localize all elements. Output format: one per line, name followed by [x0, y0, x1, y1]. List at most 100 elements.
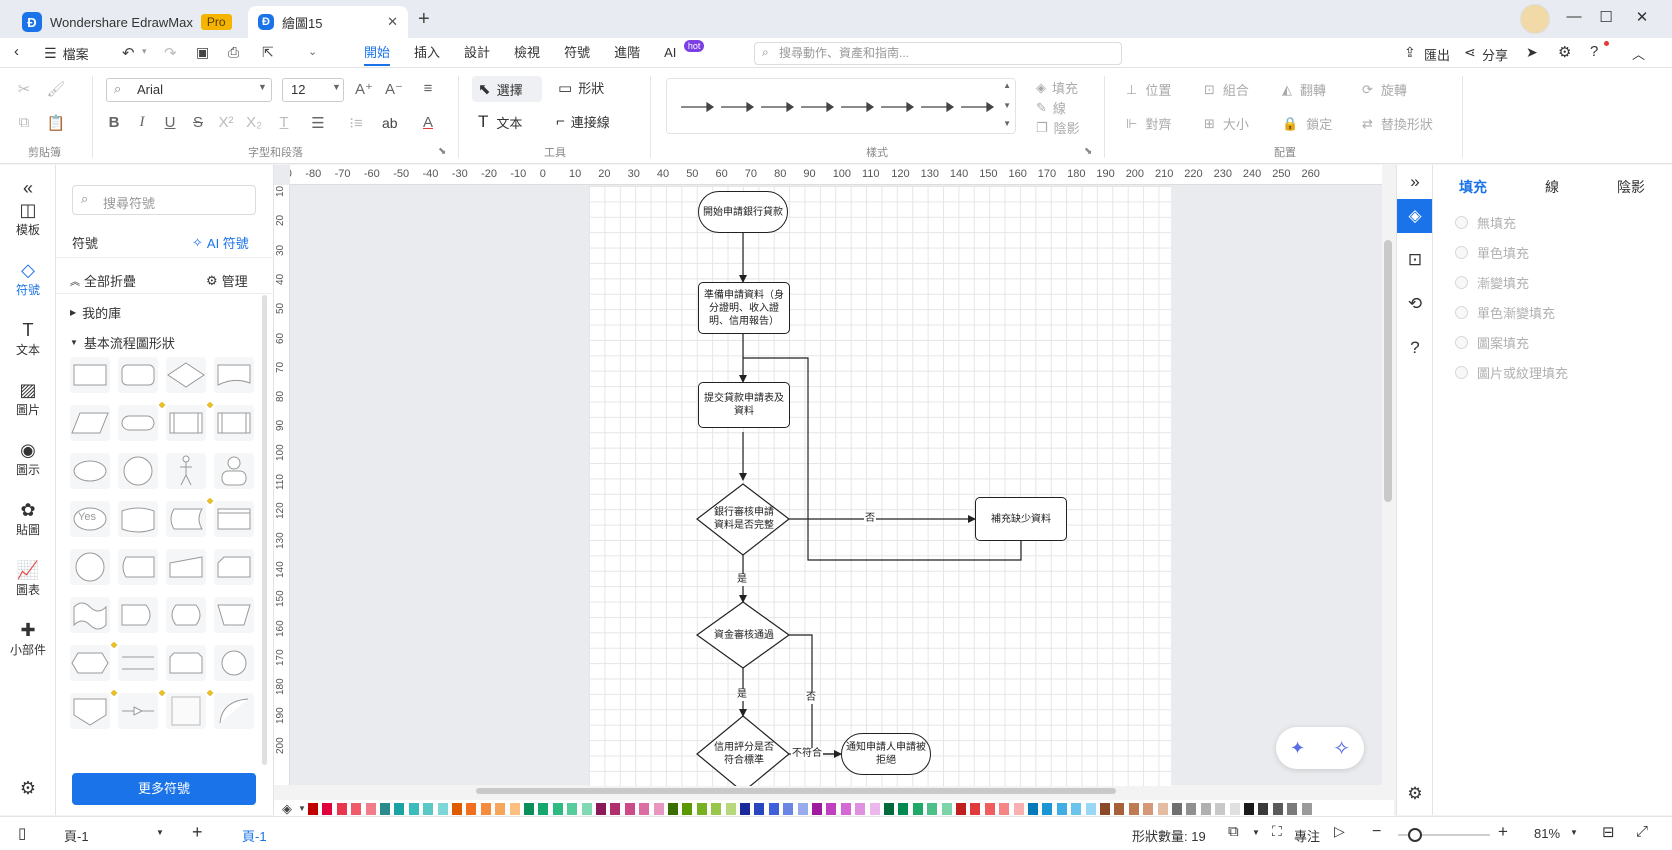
fullscreen-icon[interactable]: ⤢: [1636, 823, 1648, 840]
color-swatch[interactable]: [898, 803, 909, 815]
nav-item-icon[interactable]: ◉ 圖示: [0, 439, 56, 478]
settings-gear-icon[interactable]: ⚙: [1558, 43, 1571, 61]
nav-item-widget[interactable]: ✚ 小部件: [0, 619, 56, 658]
fill-option[interactable]: 圖片或紋理填充: [1455, 363, 1568, 382]
paste-icon[interactable]: 📋: [44, 114, 68, 132]
bold-icon[interactable]: B: [102, 114, 126, 131]
tab-fill[interactable]: 填充: [1459, 177, 1487, 197]
basic-flowchart-section[interactable]: ▼ 基本流程圖形狀: [70, 333, 175, 352]
cut-icon[interactable]: ✂: [12, 80, 36, 98]
more-tools-icon[interactable]: ⌄: [308, 45, 317, 58]
color-swatch[interactable]: [552, 803, 563, 815]
nav-item-text[interactable]: T 文本: [0, 319, 56, 358]
vertical-scrollbar[interactable]: [1384, 240, 1392, 502]
gallery-expand-icon[interactable]: ▼: [1003, 119, 1011, 128]
color-swatch[interactable]: [567, 803, 578, 815]
color-swatch[interactable]: [1100, 803, 1110, 815]
nav-item-sticker[interactable]: ✿ 貼圖: [0, 499, 56, 538]
color-swatch[interactable]: [1085, 803, 1096, 815]
color-swatch[interactable]: [682, 803, 693, 815]
maximize-button[interactable]: ☐: [1594, 8, 1618, 30]
expand-panel-icon[interactable]: »: [1397, 165, 1433, 199]
radio-button[interactable]: [1455, 336, 1468, 349]
add-tab-button[interactable]: +: [418, 8, 430, 31]
color-swatch[interactable]: [639, 803, 650, 815]
flow-node-supplement[interactable]: 補充缺少資料: [975, 497, 1067, 541]
size-button[interactable]: ⊞ 大小: [1204, 114, 1249, 133]
nav-item-template[interactable]: ◫ 模板: [0, 199, 56, 238]
color-swatch[interactable]: [797, 803, 808, 815]
magic-wand-icon[interactable]: ✦: [1290, 738, 1305, 759]
flip-button[interactable]: ◭ 翻轉: [1282, 80, 1326, 99]
radio-button[interactable]: [1455, 276, 1468, 289]
gear-icon[interactable]: ⚙: [1397, 777, 1433, 811]
style-dialog-launcher-icon[interactable]: ⬊: [1084, 146, 1092, 157]
color-swatch[interactable]: [509, 803, 520, 815]
color-swatch[interactable]: [653, 803, 664, 815]
replace-shape-button[interactable]: ⇄ 替換形狀: [1362, 114, 1433, 133]
fill-style-icon[interactable]: ◈: [1397, 199, 1433, 233]
color-swatch[interactable]: [1071, 803, 1082, 815]
ai-sparkle-icon[interactable]: ✧: [1333, 736, 1350, 761]
flow-node-prepare[interactable]: 準備申請資料（身分證明、收入證明、信用報告）: [698, 282, 790, 334]
minimize-button[interactable]: —: [1562, 8, 1586, 30]
group-button[interactable]: ⊡ 組合: [1204, 80, 1249, 99]
subscript-icon[interactable]: X₂: [242, 114, 266, 131]
style-gallery[interactable]: ▲ ▼ ▼: [666, 78, 1016, 134]
color-swatch[interactable]: [336, 803, 347, 815]
fill-button[interactable]: ◈ 填充: [1036, 78, 1078, 97]
color-swatch[interactable]: [1143, 803, 1154, 815]
avatar[interactable]: [1520, 4, 1550, 34]
back-icon[interactable]: ‹: [14, 43, 19, 60]
zoom-level[interactable]: 81%: [1534, 826, 1560, 841]
focus-button[interactable]: 專注: [1294, 826, 1320, 845]
color-swatch[interactable]: [437, 803, 448, 815]
color-swatch[interactable]: [783, 803, 794, 815]
tab-symbol[interactable]: 符號: [552, 38, 602, 68]
radio-button[interactable]: [1455, 216, 1468, 229]
tab-shadow[interactable]: 陰影: [1617, 177, 1645, 197]
presentation-icon[interactable]: ⊡: [1397, 243, 1433, 277]
position-button[interactable]: ⊥ 位置: [1126, 80, 1171, 99]
color-swatch[interactable]: [1128, 803, 1139, 815]
fill-option[interactable]: 圖案填充: [1455, 333, 1529, 352]
color-swatch[interactable]: [351, 803, 362, 815]
color-swatch[interactable]: [869, 803, 880, 815]
undo-dropdown-icon[interactable]: ▾: [142, 46, 147, 57]
superscript-icon[interactable]: X²: [214, 114, 238, 131]
color-swatch[interactable]: [408, 803, 419, 815]
search-input[interactable]: 搜尋動作、資產和指南...: [754, 42, 1122, 65]
color-swatch[interactable]: [1301, 803, 1312, 815]
color-swatch[interactable]: [380, 803, 390, 815]
page-panel-icon[interactable]: ▯: [18, 824, 26, 842]
drawing-page[interactable]: 開始申請銀行貸款 準備申請資料（身分證明、收入證明、信用報告） 提交貸款申請表及…: [589, 186, 1171, 786]
tab-ai[interactable]: AI hot: [652, 38, 705, 68]
print-icon[interactable]: ⎙: [228, 44, 239, 61]
color-swatch[interactable]: [912, 803, 923, 815]
gallery-scroll-up-icon[interactable]: ▲: [1003, 81, 1011, 90]
color-swatch[interactable]: [452, 803, 462, 815]
my-library-section[interactable]: ▶ 我的庫: [70, 303, 121, 322]
book-icon[interactable]: ⊟: [1602, 823, 1615, 841]
help-circle-icon[interactable]: ?: [1397, 331, 1433, 365]
text-wrap-button[interactable]: ab: [382, 115, 398, 131]
fill-option[interactable]: 單色漸變填充: [1455, 303, 1555, 322]
radio-button[interactable]: [1455, 306, 1468, 319]
font-dialog-launcher-icon[interactable]: ⬊: [438, 146, 446, 157]
copy-icon[interactable]: ⧉: [12, 114, 36, 131]
collapse-all-button[interactable]: ︽ 全部折疊: [70, 271, 136, 290]
color-swatch[interactable]: [812, 803, 822, 815]
format-painter-icon[interactable]: 🖌: [44, 80, 68, 98]
more-symbols-button[interactable]: 更多符號: [72, 773, 256, 805]
tab-view[interactable]: 檢視: [502, 38, 552, 68]
text-tool-button[interactable]: T 文本: [478, 112, 522, 132]
align-button[interactable]: ⊩ 對齊: [1126, 114, 1171, 133]
increase-font-icon[interactable]: A⁺: [352, 80, 376, 98]
color-swatch[interactable]: [365, 803, 376, 815]
color-swatch[interactable]: [941, 803, 952, 815]
color-swatch[interactable]: [1056, 803, 1067, 815]
strikethrough-icon[interactable]: S: [186, 114, 210, 131]
connector-tool-button[interactable]: ⌐ 連接線: [556, 112, 610, 131]
chevron-down-icon[interactable]: ▼: [298, 804, 306, 813]
radio-button[interactable]: [1455, 246, 1468, 259]
